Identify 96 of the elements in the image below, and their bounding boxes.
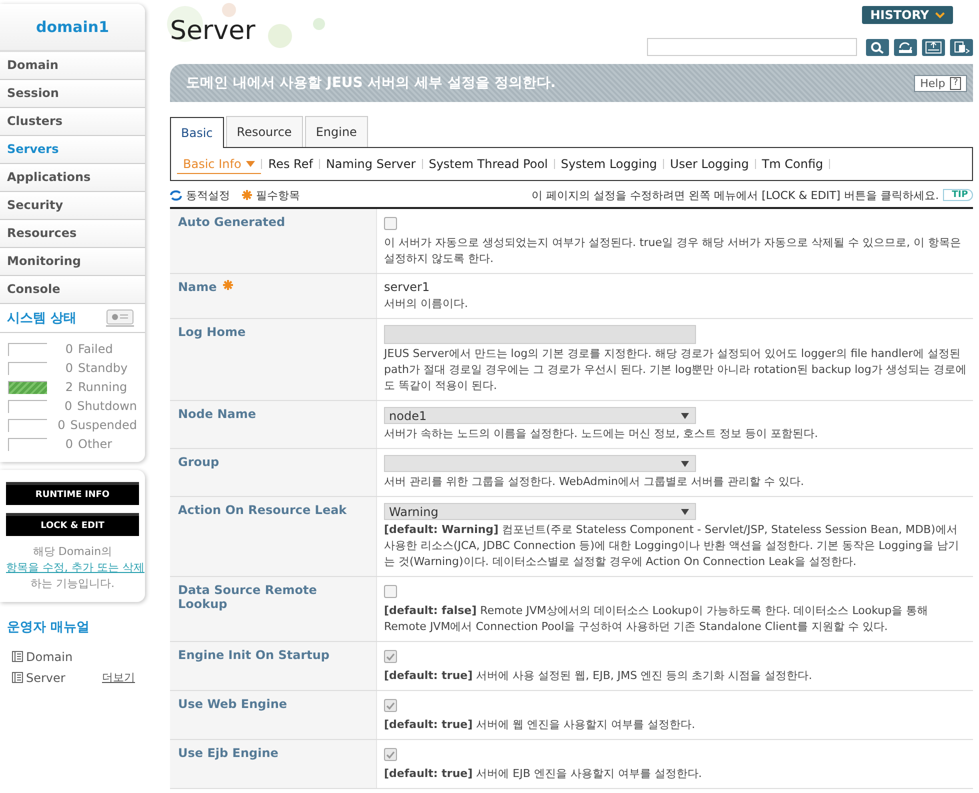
manual-link[interactable]: Domain — [26, 650, 73, 664]
monitor-icon[interactable] — [105, 308, 135, 328]
subtab[interactable]: Naming Server — [320, 155, 422, 173]
field-description: [default: true] 서버에 웹 엔진을 사용할지 여부를 설정한다. — [384, 717, 696, 733]
status-bar — [8, 418, 47, 432]
sidebar-item[interactable]: Monitoring — [0, 248, 145, 276]
label-text: Node Name — [178, 407, 256, 421]
field-description: 서버 관리를 위한 그룹을 설정한다. WebAdmin에서 그룹별로 서버를 관리할 수 있다. — [384, 474, 805, 490]
sidebar-item[interactable]: Resources — [0, 220, 145, 248]
sidebar-item[interactable]: Applications — [0, 164, 145, 192]
tab[interactable]: Engine — [304, 116, 368, 147]
status-count: 2 — [64, 380, 73, 394]
status-label: Standby — [78, 361, 128, 375]
checkbox[interactable] — [384, 650, 397, 663]
select-field[interactable] — [384, 455, 696, 472]
tip-badge: TIP — [942, 189, 973, 201]
more-link[interactable]: 더보기 — [102, 670, 135, 685]
dropdown-arrow-icon — [681, 460, 689, 466]
status-label: Failed — [78, 342, 113, 356]
sidebar-item[interactable]: Console — [0, 276, 145, 304]
subtab[interactable]: User Logging — [664, 155, 755, 173]
tip-text: 이 페이지의 설정을 수정하려면 왼쪽 메뉴에서 [LOCK & EDIT] 버튼을 클릭하세요. — [532, 188, 939, 202]
dropdown-arrow-icon — [681, 412, 689, 418]
legend-label: 필수항목 — [256, 188, 300, 202]
dropdown-arrow-icon — [681, 508, 689, 514]
manual-title: 운영자 매뉴얼 — [7, 619, 91, 636]
label-text: Auto Generated — [178, 215, 286, 229]
field-description: [default: true] 서버에 사용 설정된 웹, EJB, JMS 엔진 등의 초기화 시점을 설정한다. — [384, 668, 814, 684]
asterisk-icon — [242, 190, 252, 200]
status-bar — [8, 380, 47, 394]
tab[interactable]: Basic — [170, 117, 224, 148]
status-bar — [8, 400, 47, 412]
field-description: JEUS Server에서 만드는 log의 기본 경로를 지정한다. 해당 경로가 설정되어 있어도 logger의 file handler에 설정된 path가 절대 경로일 경우에는 그 경로가 우선시 된다. 기본 log뿐만 아니라 rotation된 backup log가 생성되는 경로에도 똑같이 적용이 된다. — [384, 346, 967, 394]
checkbox[interactable] — [384, 217, 397, 230]
sidebar-item[interactable]: Domain — [0, 52, 145, 80]
search-icon[interactable] — [866, 38, 889, 56]
field-description: [default: Warning] 컴포넌트(주로 Stateless Component - Servlet/JSP, Stateless Session Bean, MDB)에서 사용한 리소스(JCA, JDBC Connection 등)에 대한 Logging이나 반환 액션을 설정한다. 기본 동작은 Logging을 남기는 것(Warning)이다. 데이터소스별로 설정할 경우에 Action On Connection Leak을 설정한다. — [384, 522, 960, 570]
label-text: Name — [178, 280, 217, 294]
sidebar-item[interactable]: Clusters — [0, 108, 145, 136]
label-text: Action On Resource Leak — [178, 503, 347, 517]
subtab[interactable]: System Logging — [554, 155, 664, 173]
copy-icon[interactable] — [950, 38, 973, 56]
document-icon — [12, 672, 23, 683]
status-count: 0 — [56, 418, 66, 432]
document-icon — [12, 651, 23, 662]
history-button[interactable]: HISTORY — [862, 6, 953, 24]
action-button[interactable]: LOCK & EDIT — [6, 513, 139, 536]
action-button[interactable]: RUNTIME INFO — [6, 482, 139, 505]
checkbox[interactable] — [384, 585, 397, 598]
field-value: server1 — [384, 280, 431, 294]
status-label: Running — [78, 380, 128, 394]
status-count: 0 — [64, 342, 73, 356]
select-field[interactable]: Warning — [384, 503, 696, 520]
label-text: Use Ejb Engine — [178, 746, 278, 760]
subtab[interactable]: System Thread Pool — [422, 155, 554, 173]
label-text: Use Web Engine — [178, 697, 288, 711]
field-description: 서버가 속하는 노드의 이름을 설정한다. 노드에는 머신 정보, 호스트 정보 등이 포함된다. — [384, 426, 819, 442]
select-field[interactable]: node1 — [384, 407, 696, 424]
status-bar — [8, 362, 47, 374]
field-description: [default: true] 서버에 EJB 엔진을 사용할지 여부를 설정한다. — [384, 766, 703, 782]
status-label: Other — [78, 437, 112, 451]
banner-text: 도메인 내에서 사용할 JEUS 서버의 세부 설정을 정의한다. — [186, 74, 556, 92]
status-bar — [8, 342, 47, 356]
status-bar — [8, 438, 47, 450]
field-description: 이 서버가 자동으로 생성되었는지 여부가 설정된다. true일 경우 해당 서버가 자동으로 삭제될 수 있으므로, 이 항목은 설정하지 않도록 한다. — [384, 235, 962, 267]
caret-icon — [935, 12, 945, 18]
refresh-icon[interactable] — [894, 38, 917, 56]
status-count: 0 — [64, 361, 73, 375]
caret-icon — [246, 160, 256, 166]
label-text: Group — [178, 455, 220, 469]
legend-label: 동적설정 — [186, 188, 230, 202]
checkbox[interactable] — [384, 748, 397, 761]
status-label: Shutdown — [77, 399, 137, 413]
label-text: Data Source Remote Lookup — [178, 583, 318, 611]
manual-link[interactable]: Server — [26, 670, 66, 684]
subtab[interactable]: Tm Config — [756, 155, 830, 173]
input-field[interactable] — [384, 325, 696, 344]
checkbox[interactable] — [384, 699, 397, 712]
label-text: Log Home — [178, 325, 246, 339]
sync-icon — [170, 190, 182, 200]
status-count: 0 — [64, 437, 73, 451]
sidebar-item[interactable]: Security — [0, 192, 145, 220]
page-title: Server — [170, 16, 256, 48]
label-text: Engine Init On Startup — [178, 648, 330, 662]
status-count: 0 — [63, 399, 72, 413]
tab[interactable]: Resource — [226, 116, 303, 147]
sidebar-item[interactable]: Session — [0, 80, 145, 108]
help-button[interactable]: Help ? — [914, 74, 967, 92]
subtab[interactable]: Res Ref — [262, 155, 319, 173]
field-description: [default: false] Remote JVM상에서의 데이터소스 Lookup이 가능하도록 한다. 데이터소스 Lookup을 통해 Remote JVM에서 Connection Pool을 구성하여 사용하던 기존 Standalone Client를 지원할 수 있다. — [384, 603, 930, 635]
search-field[interactable] — [647, 38, 857, 56]
status-label: Suspended — [70, 418, 137, 432]
domain-title: domain1 — [0, 4, 145, 52]
sidebar-item[interactable]: Servers — [0, 136, 145, 164]
field-description: 서버의 이름이다. — [384, 296, 469, 312]
status-title: 시스템 상태 — [7, 310, 77, 327]
